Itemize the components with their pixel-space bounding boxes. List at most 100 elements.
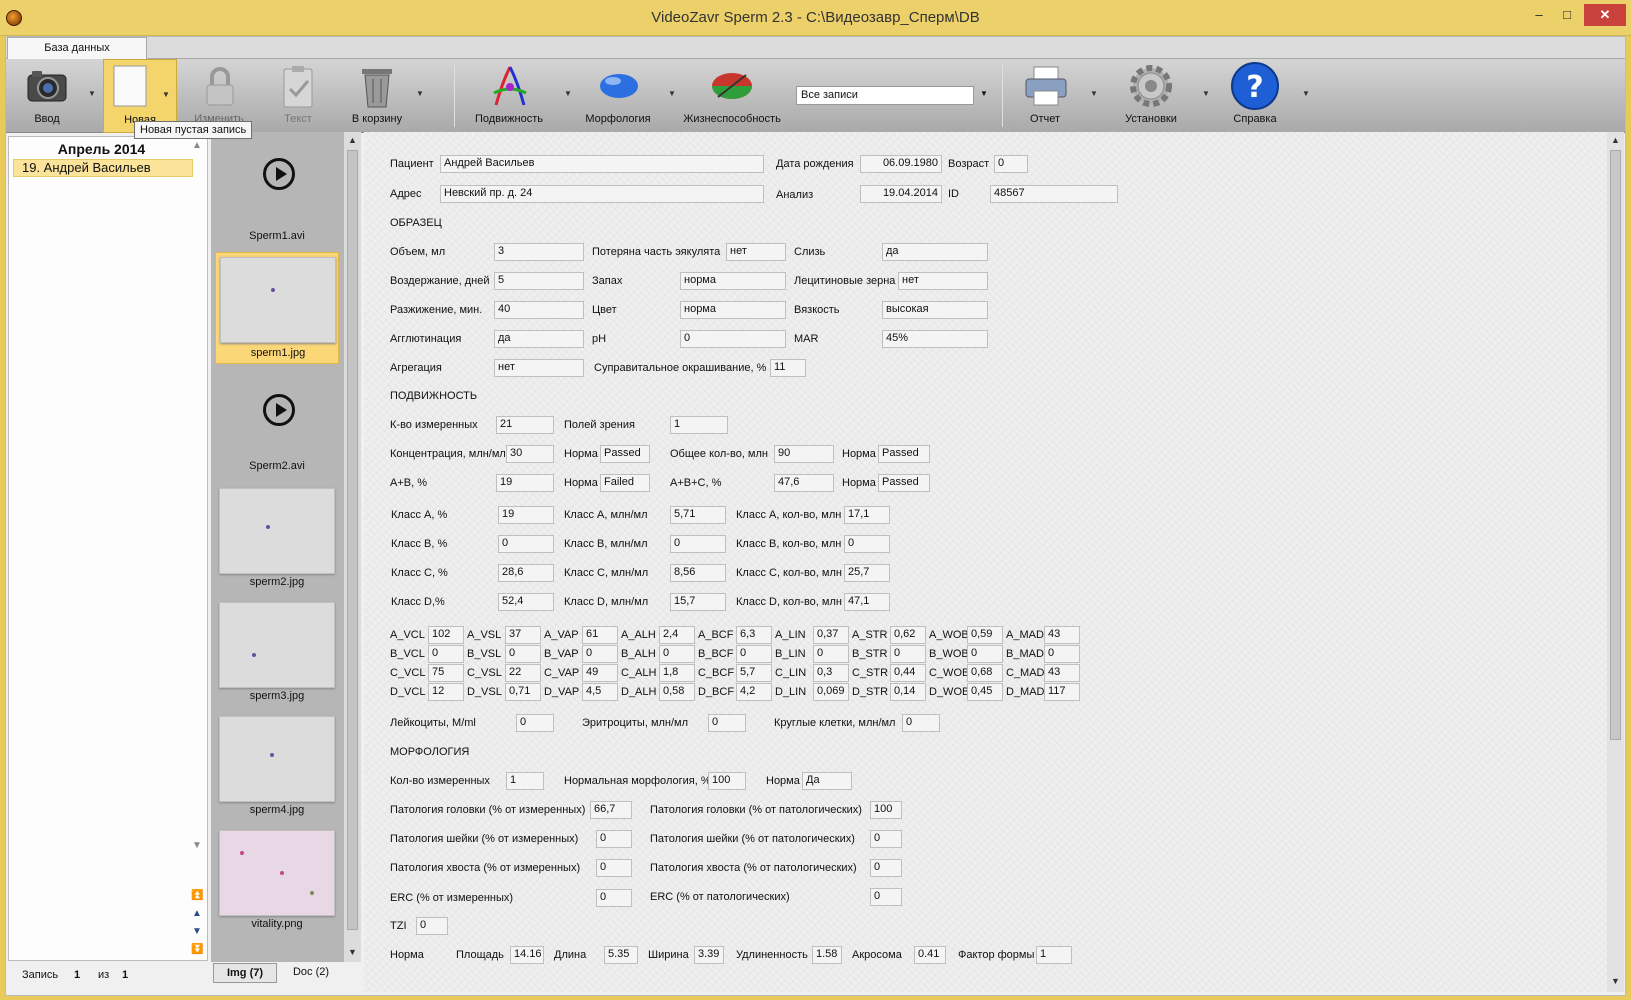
- concentration-field[interactable]: 30: [506, 445, 554, 463]
- aggregation-field[interactable]: нет: [494, 359, 584, 377]
- tab-doc[interactable]: Doc (2): [281, 963, 341, 983]
- width-field[interactable]: 3.39: [694, 946, 724, 964]
- trash-dropdown-icon[interactable]: ▼: [416, 89, 424, 98]
- mucus-field[interactable]: да: [882, 243, 988, 261]
- kinematic-field[interactable]: 0: [736, 645, 772, 663]
- kinematic-field[interactable]: 0,59: [967, 626, 1003, 644]
- scroll-up-icon[interactable]: ▲: [348, 135, 357, 145]
- vitality-button[interactable]: Жизнеспособность: [678, 59, 786, 133]
- class-pct-field[interactable]: 28,6: [498, 564, 554, 582]
- kinematic-field[interactable]: 0: [659, 645, 695, 663]
- erc-m-field[interactable]: 0: [596, 889, 632, 907]
- volume-field[interactable]: 3: [494, 243, 584, 261]
- kinematic-field[interactable]: 0,71: [505, 683, 541, 701]
- scroll-down-icon[interactable]: ▼: [1611, 976, 1620, 986]
- patient-name-field[interactable]: Андрей Васильев: [440, 155, 764, 173]
- length-field[interactable]: 5.35: [604, 946, 638, 964]
- kinematic-field[interactable]: 1,8: [659, 664, 695, 682]
- kinematic-field[interactable]: 0,62: [890, 626, 926, 644]
- id-field[interactable]: 48567: [990, 185, 1118, 203]
- help-dropdown-icon[interactable]: ▼: [1302, 89, 1310, 98]
- total-norm-field[interactable]: Passed: [878, 445, 930, 463]
- liquefaction-field[interactable]: 40: [494, 301, 584, 319]
- supravital-field[interactable]: 11: [770, 359, 806, 377]
- kinematic-field[interactable]: 0: [505, 645, 541, 663]
- head-p-field[interactable]: 100: [870, 801, 902, 819]
- neck-p-field[interactable]: 0: [870, 830, 902, 848]
- image-thumbnail[interactable]: sperm4.jpg: [215, 712, 339, 824]
- kinematic-field[interactable]: 37: [505, 626, 541, 644]
- analysis-date-field[interactable]: 19.04.2014: [860, 185, 942, 203]
- scroll-up-icon[interactable]: ▲: [1611, 135, 1620, 145]
- kinematic-field[interactable]: 0: [813, 645, 849, 663]
- scrollbar-thumb[interactable]: [1610, 150, 1621, 740]
- measured-field[interactable]: 21: [496, 416, 554, 434]
- erc-p-field[interactable]: 0: [870, 888, 902, 906]
- kinematic-field[interactable]: 75: [428, 664, 464, 682]
- filter-select[interactable]: Все записи: [796, 86, 974, 105]
- motility-button[interactable]: Подвижность ▼: [468, 59, 572, 133]
- filter-dropdown-icon[interactable]: ▼: [980, 89, 988, 98]
- record-item[interactable]: 19. Андрей Васильев: [13, 159, 193, 177]
- kinematic-field[interactable]: 0: [890, 645, 926, 663]
- kinematic-field[interactable]: 117: [1044, 683, 1080, 701]
- class-pct-field[interactable]: 0: [498, 535, 554, 553]
- morph-norm-field[interactable]: Да: [802, 772, 852, 790]
- play-icon[interactable]: [263, 158, 295, 190]
- kinematic-field[interactable]: 22: [505, 664, 541, 682]
- abc-field[interactable]: 47,6: [774, 474, 834, 492]
- tail-p-field[interactable]: 0: [870, 859, 902, 877]
- class-pct-field[interactable]: 52,4: [498, 593, 554, 611]
- kinematic-field[interactable]: 0: [582, 645, 618, 663]
- maximize-button[interactable]: □: [1556, 4, 1578, 26]
- next-record-icon[interactable]: ▼: [191, 925, 203, 939]
- ab-norm-field[interactable]: Failed: [600, 474, 650, 492]
- first-record-icon[interactable]: ⏫: [191, 889, 203, 903]
- kinematic-field[interactable]: 0,37: [813, 626, 849, 644]
- video-thumbnail[interactable]: Sperm2.avi: [215, 372, 339, 484]
- form-scrollbar[interactable]: ▲ ▼: [1607, 132, 1624, 992]
- ab-field[interactable]: 19: [496, 474, 554, 492]
- kinematic-field[interactable]: 6,3: [736, 626, 772, 644]
- head-m-field[interactable]: 66,7: [590, 801, 632, 819]
- report-button[interactable]: Отчет ▼: [1012, 59, 1098, 133]
- last-record-icon[interactable]: ⏬: [191, 943, 203, 957]
- round-cells-field[interactable]: 0: [902, 714, 940, 732]
- class-count-field[interactable]: 17,1: [844, 506, 890, 524]
- total-field[interactable]: 90: [774, 445, 834, 463]
- abstinence-field[interactable]: 5: [494, 272, 584, 290]
- class-count-field[interactable]: 25,7: [844, 564, 890, 582]
- kinematic-field[interactable]: 0,3: [813, 664, 849, 682]
- kinematic-field[interactable]: 0,069: [813, 683, 849, 701]
- area-field[interactable]: 14.16: [510, 946, 544, 964]
- shape-factor-field[interactable]: 1: [1036, 946, 1072, 964]
- agglutination-field[interactable]: да: [494, 330, 584, 348]
- class-conc-field[interactable]: 8,56: [670, 564, 726, 582]
- video-thumbnail[interactable]: Sperm1.avi: [215, 136, 339, 248]
- kinematic-field[interactable]: 0: [1044, 645, 1080, 663]
- image-thumbnail[interactable]: sperm3.jpg: [215, 598, 339, 710]
- concentration-norm-field[interactable]: Passed: [600, 445, 650, 463]
- kinematic-field[interactable]: 0: [967, 645, 1003, 663]
- class-conc-field[interactable]: 0: [670, 535, 726, 553]
- erythrocytes-field[interactable]: 0: [708, 714, 746, 732]
- help-button[interactable]: ? Справка ▼: [1218, 59, 1310, 133]
- close-button[interactable]: ✕: [1584, 4, 1626, 26]
- scroll-down-icon[interactable]: ▼: [348, 947, 357, 957]
- elongation-field[interactable]: 1.58: [812, 946, 842, 964]
- media-scrollbar[interactable]: ▲ ▼: [344, 132, 361, 962]
- kinematic-field[interactable]: 61: [582, 626, 618, 644]
- text-button[interactable]: Текст: [268, 59, 328, 133]
- kinematic-field[interactable]: 5,7: [736, 664, 772, 682]
- acrosome-field[interactable]: 0.41: [914, 946, 946, 964]
- tab-img[interactable]: Img (7): [213, 963, 277, 983]
- kinematic-field[interactable]: 12: [428, 683, 464, 701]
- lecithin-field[interactable]: нет: [898, 272, 988, 290]
- lost-field[interactable]: нет: [726, 243, 786, 261]
- scroll-up-icon[interactable]: ▲: [191, 139, 203, 153]
- morphology-button[interactable]: Морфология ▼: [578, 59, 676, 133]
- kinematic-field[interactable]: 43: [1044, 664, 1080, 682]
- mar-field[interactable]: 45%: [882, 330, 988, 348]
- age-field[interactable]: 0: [994, 155, 1028, 173]
- class-conc-field[interactable]: 5,71: [670, 506, 726, 524]
